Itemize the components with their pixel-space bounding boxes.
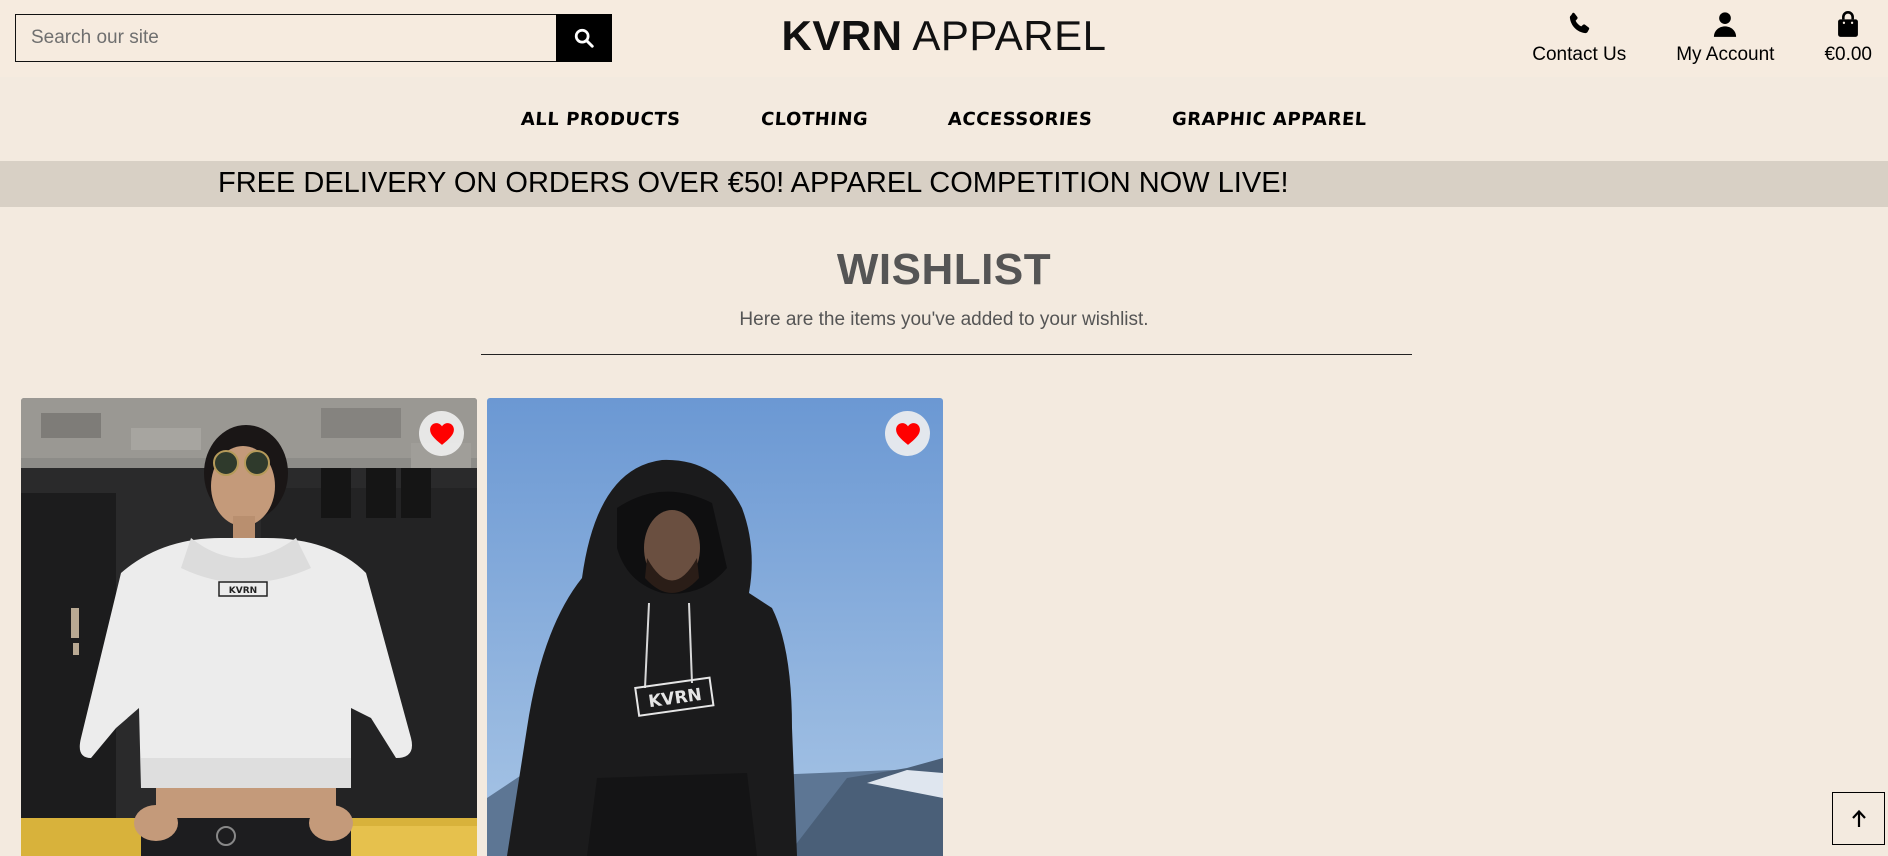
product-image: KVRN bbox=[487, 398, 943, 856]
page-subtitle: Here are the items you've added to your … bbox=[739, 309, 1149, 330]
nav-all-products[interactable]: All Products bbox=[520, 109, 681, 130]
wishlist-item[interactable]: KVRN bbox=[21, 398, 477, 856]
main-nav: All Products Clothing Accessories Graphi… bbox=[0, 77, 1888, 161]
contact-us-label: Contact Us bbox=[1532, 44, 1627, 65]
header-links: Contact Us My Account €0.00 bbox=[1482, 10, 1872, 70]
nav-clothing[interactable]: Clothing bbox=[760, 109, 869, 130]
product-image: KVRN bbox=[21, 398, 477, 856]
remove-from-wishlist-button[interactable] bbox=[885, 411, 930, 456]
my-account-link[interactable]: My Account bbox=[1676, 10, 1774, 70]
heart-icon bbox=[895, 422, 920, 445]
shopping-bag-link[interactable]: €0.00 bbox=[1824, 10, 1872, 70]
promo-banner: FREE DELIVERY ON ORDERS OVER €50! APPARE… bbox=[0, 161, 1888, 207]
svg-text:KVRN: KVRN bbox=[229, 586, 257, 596]
arrow-up-icon bbox=[1851, 809, 1866, 827]
user-icon bbox=[1714, 12, 1737, 37]
my-account-label: My Account bbox=[1676, 44, 1775, 65]
search-icon bbox=[574, 28, 594, 48]
phone-icon bbox=[1570, 12, 1590, 34]
site-header: KVRN APPAREL Contact Us My Account €0.00 bbox=[0, 0, 1888, 77]
brand-bold: KVRN bbox=[781, 12, 903, 59]
search-form bbox=[15, 14, 612, 62]
promo-banner-text: FREE DELIVERY ON ORDERS OVER €50! APPARE… bbox=[218, 167, 1289, 199]
page-title: WISHLIST bbox=[836, 245, 1052, 294]
divider bbox=[481, 354, 1412, 355]
brand-rest: APPAREL bbox=[912, 12, 1107, 59]
search-button[interactable] bbox=[556, 14, 612, 62]
shopping-bag-icon bbox=[1838, 11, 1859, 37]
wishlist-item[interactable]: KVRN bbox=[487, 398, 943, 856]
back-to-top-button[interactable] bbox=[1832, 792, 1885, 845]
search-input[interactable] bbox=[15, 14, 556, 62]
nav-graphic-apparel[interactable]: Graphic Apparel bbox=[1171, 109, 1367, 130]
nav-accessories[interactable]: Accessories bbox=[947, 109, 1093, 130]
remove-from-wishlist-button[interactable] bbox=[419, 411, 464, 456]
contact-us-link[interactable]: Contact Us bbox=[1532, 10, 1626, 70]
bag-total: €0.00 bbox=[1824, 44, 1872, 65]
heart-icon bbox=[429, 422, 454, 445]
